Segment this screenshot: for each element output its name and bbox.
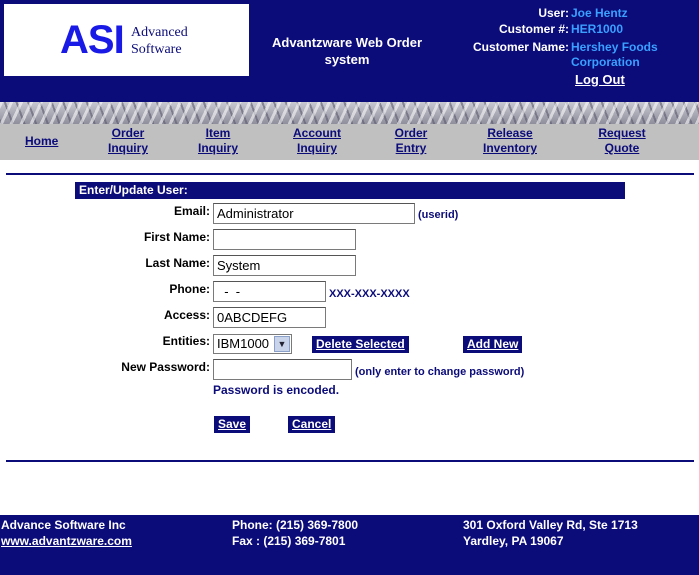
save-button[interactable]: Save (214, 416, 251, 435)
user-label: User: (538, 6, 569, 20)
footer-website-link[interactable]: www.advantzware.com (1, 533, 132, 549)
nav-account-inquiry-line-2: Inquiry (296, 141, 337, 155)
footer-company: Advance Software Inc (1, 518, 126, 532)
footer-fax: Fax : (215) 369-7801 (232, 534, 346, 548)
customer-name-label: Customer Name: (472, 40, 569, 54)
nav-release-inventory[interactable]: Release Inventory (480, 126, 540, 156)
email-hint: (userid) (418, 209, 459, 221)
email-field[interactable] (213, 203, 415, 224)
footer-address-line-1: 301 Oxford Valley Rd, Ste 1713 (463, 518, 638, 532)
entities-selected-value: IBM1000 (217, 336, 270, 351)
password-encoded-note: Password is encoded. (213, 383, 340, 397)
email-label: Email: (173, 204, 210, 218)
nav-account-inquiry[interactable]: Account Inquiry (290, 126, 344, 156)
nav-request-quote[interactable]: Request Quote (594, 126, 650, 156)
nav-order-inquiry[interactable]: Order Inquiry (106, 126, 150, 156)
entities-select[interactable]: IBM1000 ▼ (213, 334, 292, 354)
logout-link[interactable]: Log Out (575, 72, 625, 87)
cancel-button[interactable]: Cancel (288, 416, 336, 435)
access-label: Access: (163, 308, 210, 322)
last-name-field[interactable] (213, 255, 356, 276)
customer-name-line-1: Hershey Foods (571, 40, 658, 54)
delete-selected-button[interactable]: Delete Selected (312, 336, 409, 355)
nav-order-entry[interactable]: Order Entry (391, 126, 431, 156)
chevron-down-icon[interactable]: ▼ (274, 336, 290, 352)
first-name-label: First Name: (143, 230, 210, 244)
customer-number-value: HER1000 (571, 22, 624, 36)
logo-line-1: Advanced (131, 25, 188, 40)
app-title: Advantzware Web Order system (262, 34, 432, 68)
logo-mark: ASI (60, 18, 125, 62)
footer-phone: Phone: (215) 369-7800 (232, 518, 359, 532)
first-name-field[interactable] (213, 229, 356, 250)
entities-label: Entities: (162, 334, 210, 348)
last-name-label: Last Name: (145, 256, 210, 270)
form-header: Enter/Update User: (75, 182, 625, 199)
phone-label: Phone: (169, 282, 210, 296)
page-footer: Advance Software Inc www.advantzware.com… (0, 515, 699, 575)
user-value: Joe Hentz (571, 6, 628, 20)
nav-item-inquiry[interactable]: Item Inquiry (196, 126, 240, 156)
asi-logo: ASI Advanced Software (4, 4, 249, 76)
customer-number-label: Customer #: (498, 22, 569, 36)
nav-request-quote-line-2: Quote (604, 141, 640, 155)
nav-item-inquiry-line-2: Inquiry (197, 141, 238, 155)
bottom-divider (6, 460, 694, 462)
nav-order-entry-line-1: Order (394, 126, 428, 140)
nav-order-entry-line-2: Entry (395, 141, 427, 155)
nav-home[interactable]: Home (25, 134, 58, 149)
nav-item-inquiry-line-1: Item (205, 126, 231, 140)
decorative-banner (0, 102, 699, 124)
new-password-label: New Password: (121, 360, 210, 374)
phone-format-hint: XXX-XXX-XXXX (329, 288, 410, 300)
app-title-line-1: Advantzware Web Order (271, 35, 423, 50)
new-password-hint: (only enter to change password) (355, 366, 525, 378)
nav-request-quote-line-1: Request (598, 126, 646, 140)
footer-address-line-2: Yardley, PA 19067 (463, 534, 564, 548)
nav-release-inventory-line-1: Release (487, 126, 533, 140)
customer-name-value: Hershey Foods Corporation (571, 40, 658, 70)
customer-name-line-2: Corporation (571, 55, 640, 69)
logo-line-2: Software (131, 42, 182, 57)
page-header: ASI Advanced Software Advantzware Web Or… (0, 0, 699, 102)
main-nav: Home Order Inquiry Item Inquiry Account … (0, 124, 699, 160)
app-title-line-2: system (324, 52, 370, 67)
new-password-field[interactable] (213, 359, 352, 380)
add-new-button[interactable]: Add New (463, 336, 523, 355)
top-divider (6, 173, 694, 175)
nav-order-inquiry-line-2: Inquiry (107, 141, 148, 155)
access-field[interactable] (213, 307, 326, 328)
phone-field[interactable] (213, 281, 326, 302)
nav-release-inventory-line-2: Inventory (482, 141, 537, 155)
nav-account-inquiry-line-1: Account (293, 126, 341, 140)
nav-order-inquiry-line-1: Order (111, 126, 145, 140)
